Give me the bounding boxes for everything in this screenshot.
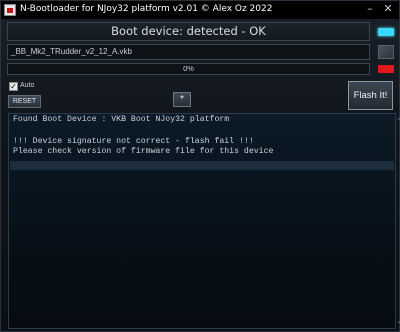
- flash-button[interactable]: Flash It!: [348, 81, 393, 110]
- firmware-file-field[interactable]: _BB_Mk2_TRudder_v2_12_A.vkb: [7, 44, 370, 60]
- main-window: N-Bootloader for NJoy32 platform v2.01 ©…: [0, 0, 400, 332]
- scroll-up-icon[interactable]: ▲: [395, 115, 400, 123]
- auto-checkbox[interactable]: ✓: [9, 82, 18, 91]
- log-line: !!! Device signature not correct - flash…: [13, 137, 254, 146]
- star-button[interactable]: *: [173, 92, 191, 107]
- minimize-button[interactable]: –: [363, 3, 377, 16]
- browse-file-button[interactable]: [378, 45, 394, 59]
- window-title: N-Bootloader for NJoy32 platform v2.01 ©…: [20, 4, 273, 14]
- reset-button[interactable]: RESET: [8, 95, 41, 108]
- progress-label: 0%: [183, 64, 194, 73]
- title-bar: N-Bootloader for NJoy32 platform v2.01 ©…: [1, 1, 399, 19]
- log-output[interactable]: Found Boot Device : VKB Boot NJoy32 plat…: [8, 113, 400, 329]
- device-status: Boot device: detected - OK: [7, 22, 370, 41]
- status-indicator: [378, 28, 394, 36]
- scroll-down-icon[interactable]: ▼: [395, 319, 400, 327]
- flash-progress-bar: 0%: [7, 63, 370, 75]
- log-selected-row: [10, 161, 394, 170]
- error-indicator: [378, 65, 394, 73]
- app-icon: [4, 4, 16, 16]
- log-line: Please check version of firmware file fo…: [13, 147, 274, 156]
- auto-label: Auto: [20, 82, 35, 89]
- close-button[interactable]: ✕: [381, 3, 395, 16]
- checkmark-icon: ✓: [10, 82, 17, 91]
- log-line: Found Boot Device : VKB Boot NJoy32 plat…: [13, 115, 230, 124]
